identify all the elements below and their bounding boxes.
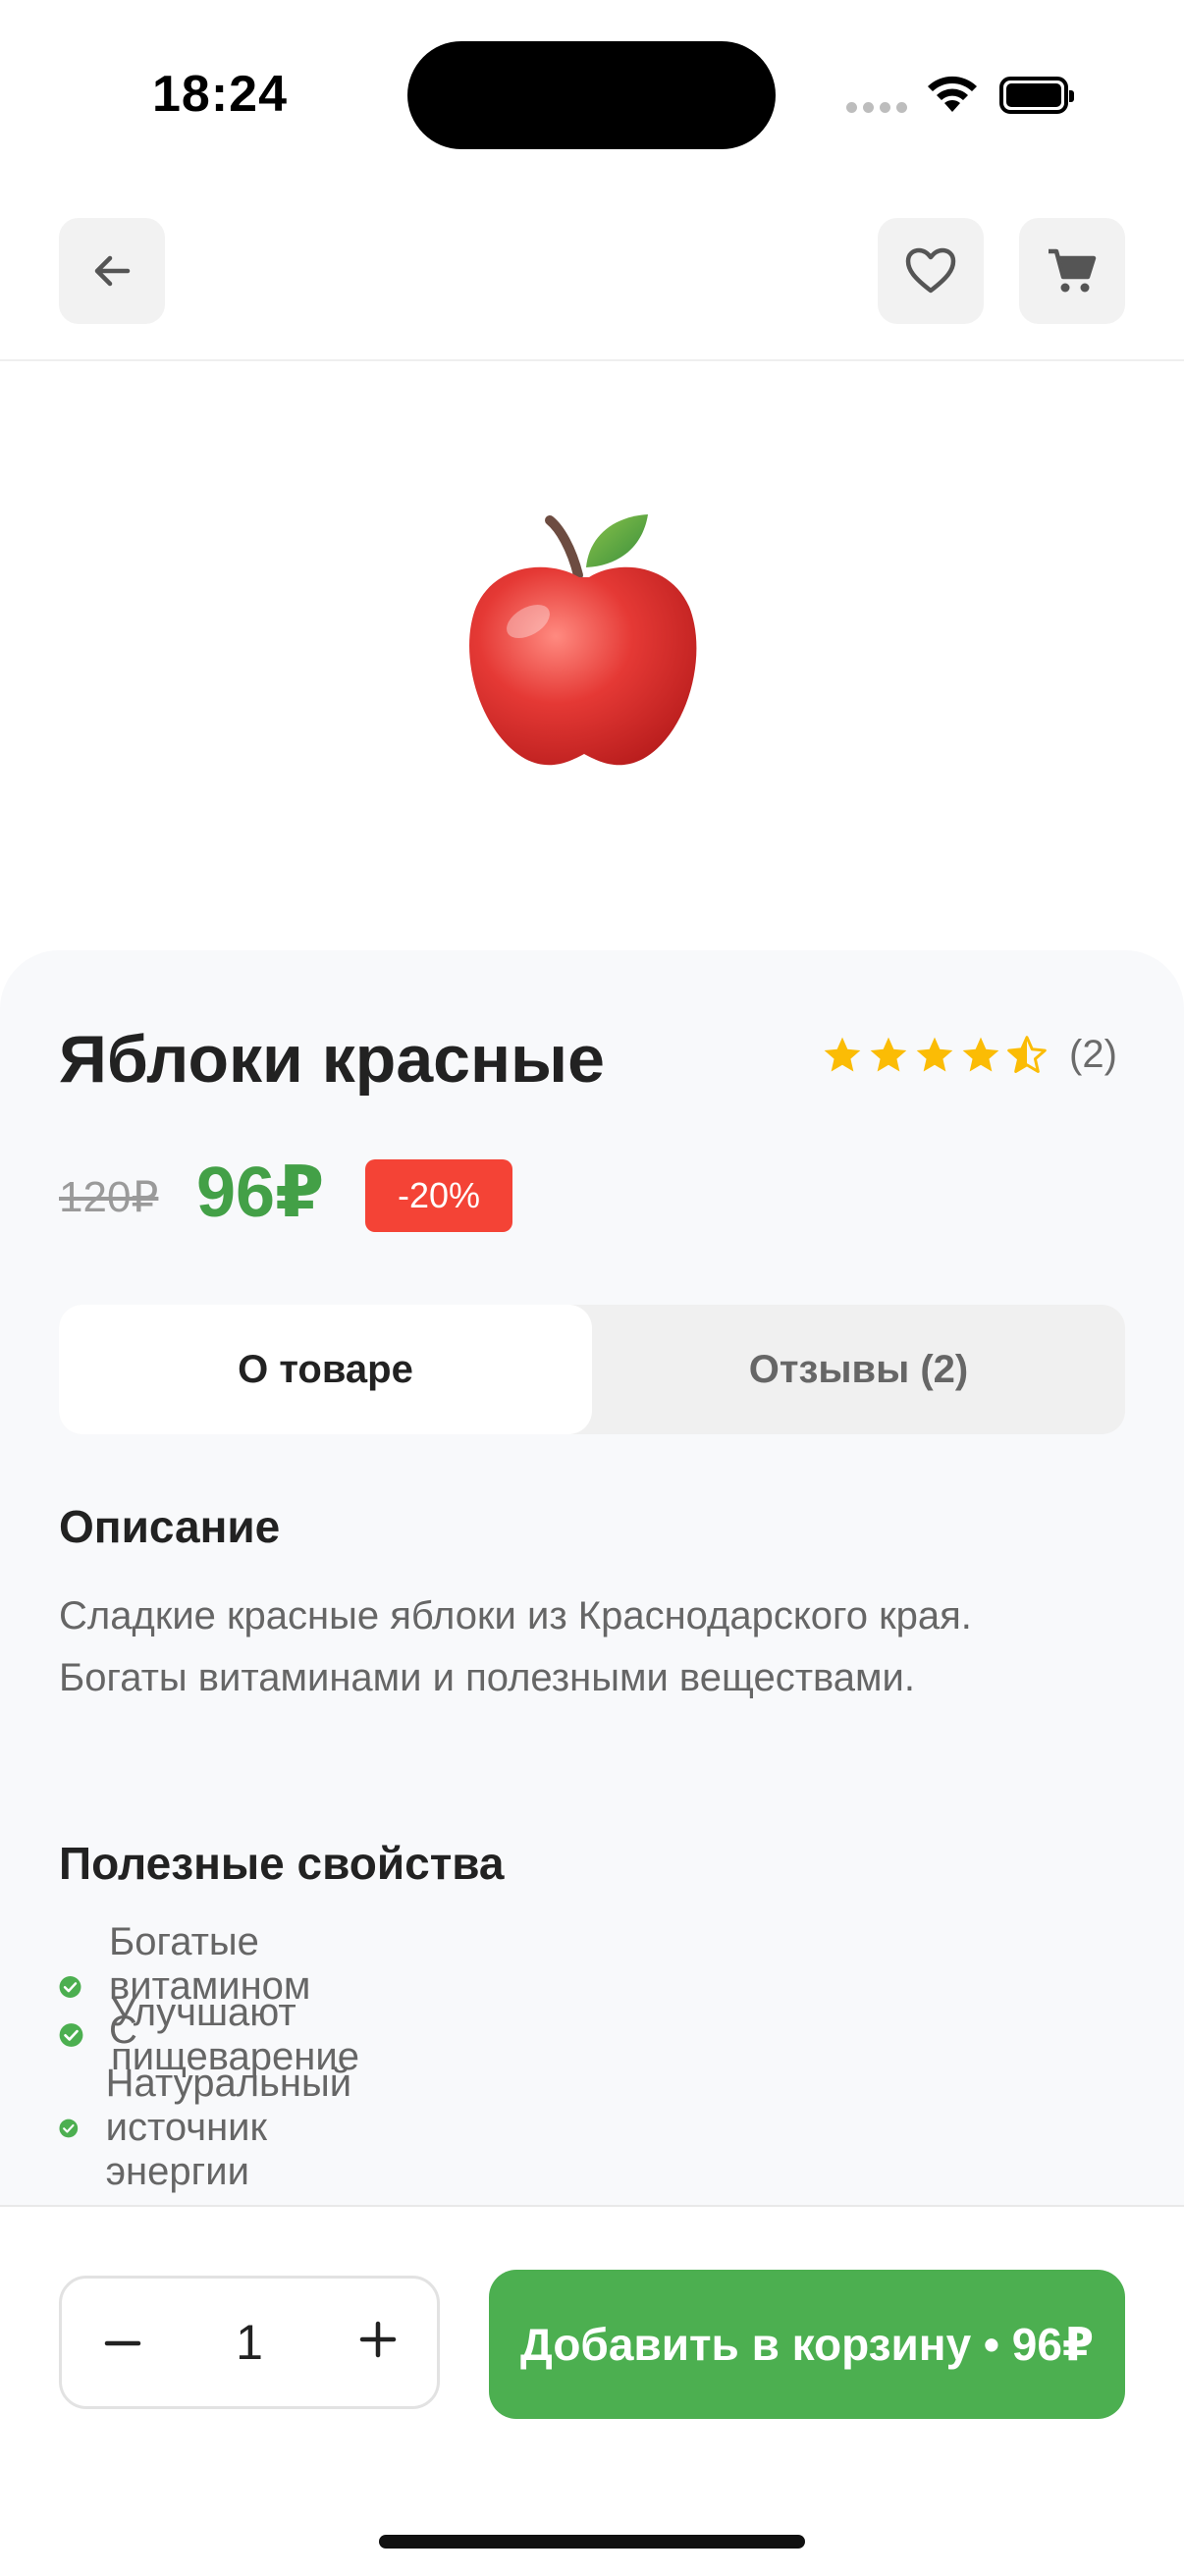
battery-icon xyxy=(999,77,1074,114)
star-half-icon xyxy=(1007,1035,1047,1073)
star-icon xyxy=(870,1037,907,1071)
status-time: 18:24 xyxy=(152,66,288,123)
quantity-stepper: 1 xyxy=(59,2276,440,2409)
check-circle-icon xyxy=(59,2119,79,2137)
product-tabs: О товаре Отзывы (2) xyxy=(59,1305,1125,1434)
dynamic-island xyxy=(407,41,776,149)
cart-button[interactable] xyxy=(1019,218,1125,324)
plus-icon xyxy=(359,2321,397,2358)
increase-quantity-button[interactable] xyxy=(356,2318,400,2366)
home-indicator[interactable] xyxy=(379,2535,805,2549)
add-to-cart-button[interactable]: Добавить в корзину • 96₽ xyxy=(489,2270,1125,2419)
description-heading: Описание xyxy=(59,1501,281,1552)
star-icon xyxy=(962,1037,999,1071)
benefits-heading: Полезные свойства xyxy=(59,1838,505,1889)
reviews-count: (2) xyxy=(1069,1033,1117,1076)
product-rating[interactable]: (2) xyxy=(821,1033,1117,1077)
star-icon xyxy=(916,1037,953,1071)
tab-about[interactable]: О товаре xyxy=(59,1305,592,1434)
back-button[interactable] xyxy=(59,218,165,324)
product-image-area xyxy=(0,361,1184,950)
tab-reviews[interactable]: Отзывы (2) xyxy=(592,1305,1125,1434)
benefit-text: Натуральный источник энергии xyxy=(105,2062,352,2193)
cellular-signal-icon xyxy=(846,102,907,113)
cart-icon xyxy=(1049,248,1097,293)
check-circle-icon xyxy=(59,2023,83,2047)
old-price: 120₽ xyxy=(59,1173,159,1221)
apple-image xyxy=(469,514,697,766)
favorite-button[interactable] xyxy=(878,218,984,324)
current-price: 96₽ xyxy=(196,1154,325,1232)
heart-icon xyxy=(905,247,956,294)
description-text: Сладкие красные яблоки из Краснодарского… xyxy=(59,1594,972,1699)
status-bar: 18:24 xyxy=(0,0,1184,187)
bottom-cart-bar: 1 Добавить в корзину • 96₽ xyxy=(0,2205,1184,2576)
benefit-item: Натуральный источник энергии xyxy=(59,2062,373,2194)
discount-badge: -20% xyxy=(365,1159,512,1232)
wifi-icon xyxy=(928,76,977,112)
star-icon xyxy=(824,1037,861,1071)
back-arrow-icon xyxy=(94,255,131,287)
product-title: Яблоки красные xyxy=(59,1022,605,1097)
top-navigation xyxy=(0,187,1184,361)
